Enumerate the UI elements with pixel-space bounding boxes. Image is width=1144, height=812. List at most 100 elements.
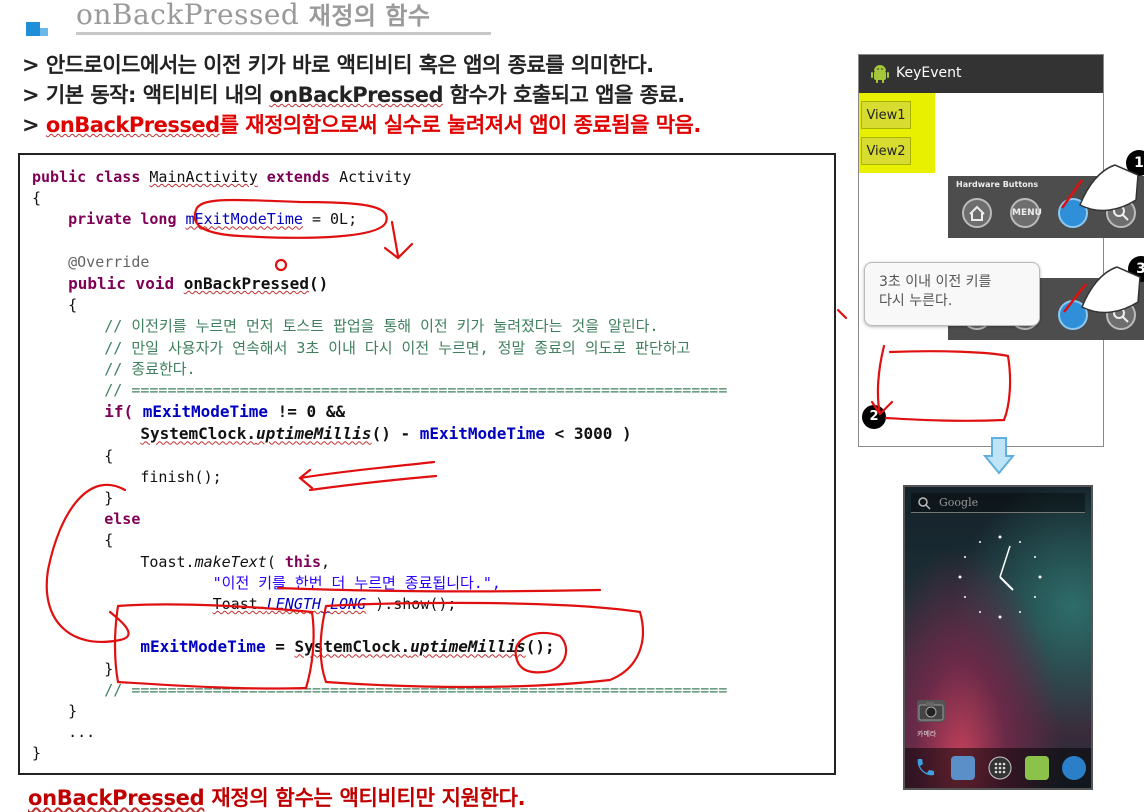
bullet-3-code: onBackPressed [45, 113, 220, 137]
title-rest: 재정의 함수 [308, 2, 431, 30]
app-title: KeyEvent [896, 65, 962, 81]
code-token: mExitModeTime [419, 424, 545, 444]
code-token: < 3000 ) [544, 424, 632, 444]
footer-code: onBackPressed [28, 786, 205, 810]
view2-button[interactable]: View2 [861, 137, 911, 165]
bullet-2: > 기본 동작: 액티비티 내의 onBackPressed 함수가 호출되고 … [22, 80, 701, 110]
code-token: makeText [194, 552, 267, 571]
toast-popup: 3초 이내 이전 키를 다시 누른다. [864, 262, 1040, 326]
browser-app-icon[interactable] [1062, 756, 1086, 780]
code-token: } [32, 744, 42, 763]
code-token: "이전 키를 한번 더 누르면 종료됩니다.", [212, 573, 501, 592]
code-token: @Override [68, 252, 150, 271]
camera-app-icon[interactable] [917, 700, 945, 722]
footer-note: onBackPressed 재정의 함수는 액티비티만 지원한다. [28, 782, 526, 812]
code-token: () [308, 274, 329, 294]
code-token: { [104, 446, 114, 465]
code-token: finish(); [140, 467, 222, 486]
hw-title: Hardware Buttons [956, 180, 1039, 189]
emulator-home-screen: Google 카메라 [903, 485, 1093, 790]
code-token: Activity [339, 168, 412, 186]
code-token: public class [32, 168, 150, 186]
contacts-app-icon[interactable] [951, 756, 975, 780]
search-placeholder: Google [939, 496, 979, 509]
code-token: else [104, 510, 141, 529]
code-token: extends [257, 168, 340, 186]
apps-grid-icon [988, 756, 1012, 780]
title-bullet-square-small [40, 28, 48, 36]
all-apps-button[interactable] [988, 756, 1012, 780]
app-dock [905, 748, 1091, 788]
code-token: (); [525, 637, 555, 657]
code-token: () - [371, 424, 420, 444]
bullet-1: > 안드로이드에서는 이전 키가 바로 액티비티 혹은 앱의 종료를 의미한다. [22, 53, 654, 77]
phone-icon [917, 759, 934, 776]
code-token: } [104, 489, 114, 508]
view1-button[interactable]: View1 [861, 101, 911, 129]
menu-button[interactable]: MENU [1010, 198, 1042, 228]
code-token: ).show(); [366, 595, 457, 614]
phone-app-icon[interactable] [913, 756, 937, 780]
code-token: MainActivity [149, 168, 258, 186]
code-token: { [32, 189, 42, 208]
code-token: this [284, 552, 321, 571]
camera-icon [918, 702, 944, 721]
code-token: SystemClock. [294, 637, 411, 657]
search-button[interactable] [1106, 198, 1136, 228]
code-token: = 0L; [302, 210, 358, 229]
analog-clock-widget [958, 535, 1042, 619]
search-icon [1113, 205, 1129, 221]
code-token: Toast. [140, 552, 195, 571]
slide-title-bar: onBackPressed 재정의 함수 [26, 0, 491, 38]
footer-rest: 재정의 함수는 액티비티만 지원한다. [204, 786, 526, 810]
bullet-list: > 안드로이드에서는 이전 키가 바로 액티비티 혹은 앱의 종료를 의미한다.… [22, 50, 701, 140]
step-badge-1: 1 [1126, 150, 1144, 176]
hardware-buttons-panel: Hardware Buttons MENU [948, 176, 1144, 238]
code-comment: // 만일 사용자가 연속해서 3초 이내 다시 이전 누르면, 정말 종료의 … [104, 338, 691, 357]
bullet-2-code: onBackPressed [269, 83, 443, 107]
messaging-app-icon[interactable] [1025, 756, 1049, 780]
code-token: SystemClock. [140, 424, 256, 444]
code-token: , [321, 552, 331, 571]
code-token: if( [104, 402, 143, 422]
code-token: } [104, 659, 114, 678]
android-icon [871, 65, 889, 83]
back-button[interactable] [1058, 198, 1088, 228]
code-comment: // 종료한다. [104, 359, 196, 378]
code-token: Toast. [212, 595, 267, 614]
home-icon [969, 205, 985, 221]
search-button-2[interactable] [1106, 300, 1136, 330]
bullet-3-post: 를 재정의함으로써 실수로 눌려져서 앱이 종료됨을 막음. [219, 113, 702, 137]
code-token: } [68, 702, 78, 721]
code-token: uptimeMillis [410, 637, 526, 657]
bullet-2-pre: > 기본 동작: 액티비티 내의 [22, 83, 270, 107]
search-icon [1113, 307, 1129, 323]
code-listing: public class MainActivity extends Activi… [18, 153, 836, 775]
code-token: mExitModeTime [185, 210, 303, 229]
code-text: public class MainActivity extends Activi… [32, 167, 727, 765]
yellow-layout: View1 View2 [859, 93, 935, 173]
bullet-3-pre: > [22, 113, 46, 137]
toast-text: 3초 이내 이전 키를 다시 누른다. [879, 274, 992, 309]
code-token: onBackPressed [183, 274, 309, 294]
down-arrow-icon [983, 437, 1015, 475]
code-token: public void [68, 274, 184, 294]
home-button[interactable] [962, 198, 992, 228]
code-token: private long [68, 210, 186, 229]
code-token: LENGTH_LONG [266, 595, 367, 614]
slide-title: onBackPressed 재정의 함수 [76, 0, 431, 31]
code-token: uptimeMillis [255, 424, 372, 444]
title-bullet-square [26, 22, 40, 36]
app-title-bar: KeyEvent [859, 55, 1103, 93]
google-search-bar[interactable]: Google [911, 493, 1085, 513]
step-badge-2: 2 [862, 405, 886, 429]
code-comment: // 이전키를 누르면 먼저 토스트 팝업을 통해 이전 키가 눌려졌다는 것을… [104, 317, 659, 336]
code-token: ( [266, 552, 285, 571]
code-token: mExitModeTime [140, 637, 266, 657]
search-icon [918, 497, 931, 510]
camera-app-label: 카메라 [917, 730, 937, 738]
emulator-keyevent: KeyEvent View1 View2 [858, 54, 1104, 447]
bullet-2-post: 함수가 호출되고 앱을 종료. [442, 83, 685, 107]
back-button-2[interactable] [1058, 300, 1088, 330]
code-token: ... [68, 723, 96, 742]
